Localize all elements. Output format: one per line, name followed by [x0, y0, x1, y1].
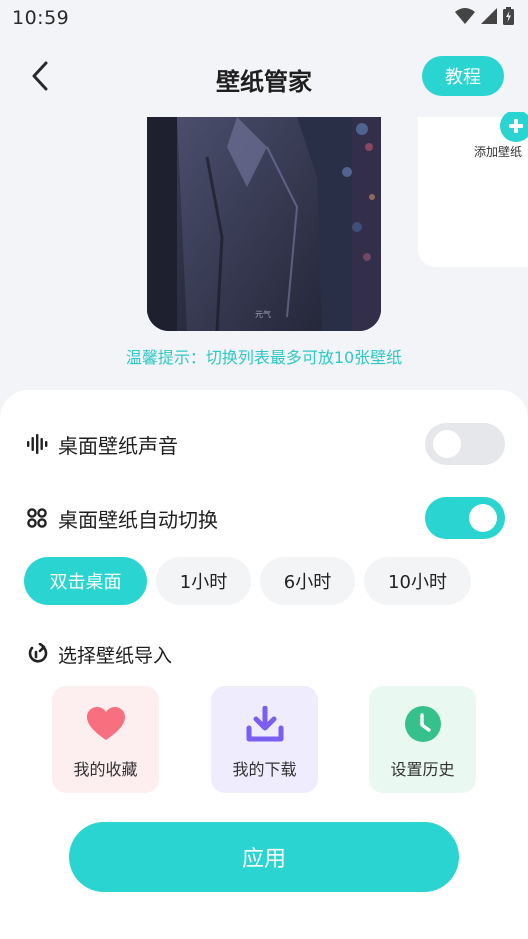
top-bar: 壁纸管家 教程	[0, 50, 528, 106]
battery-icon	[503, 7, 514, 29]
heart-icon	[86, 704, 126, 744]
interval-chip-double-tap[interactable]: 双击桌面	[24, 557, 147, 605]
soundwave-icon	[26, 433, 48, 455]
wifi-icon	[455, 8, 475, 28]
clock-icon	[403, 704, 443, 744]
set-history-label: 设置历史	[390, 760, 455, 779]
wallpaper-manager-screen: 10:59 壁纸管家 教程 元气 添加壁纸 温馨提示：切换列表最多可放10张壁纸…	[0, 0, 528, 939]
my-downloads-label: 我的下载	[232, 760, 297, 779]
set-history-button[interactable]: 设置历史	[369, 686, 476, 793]
add-wallpaper-button[interactable]: 添加壁纸	[418, 110, 528, 267]
my-favorites-label: 我的收藏	[73, 760, 138, 779]
interval-chip-1h[interactable]: 1小时	[156, 557, 251, 605]
my-favorites-button[interactable]: 我的收藏	[52, 686, 159, 793]
apply-button[interactable]: 应用	[69, 822, 459, 892]
signal-icon	[481, 8, 497, 28]
interval-chip-10h[interactable]: 10小时	[364, 557, 471, 605]
auto-switch-label: 桌面壁纸自动切换	[58, 507, 218, 532]
wallpaper-preview[interactable]: 元气	[147, 117, 381, 331]
status-bar: 10:59	[0, 0, 528, 36]
four-dots-icon	[26, 507, 48, 529]
tutorial-button[interactable]: 教程	[422, 56, 504, 96]
tip-text: 温馨提示：切换列表最多可放10张壁纸	[125, 348, 403, 367]
auto-switch-toggle[interactable]	[425, 497, 505, 539]
interval-chip-6h[interactable]: 6小时	[260, 557, 355, 605]
status-time: 10:59	[12, 7, 70, 29]
add-wallpaper-label: 添加壁纸	[474, 145, 523, 159]
wallpaper-image: 元气	[147, 117, 381, 331]
sound-setting-row: 桌面壁纸声音	[26, 424, 178, 464]
download-icon	[245, 704, 285, 744]
refresh-icon	[26, 643, 48, 665]
plus-circle-icon	[500, 110, 528, 142]
toggle-knob	[433, 430, 461, 458]
wallpaper-watermark: 元气	[255, 309, 271, 319]
import-section-label: 选择壁纸导入	[58, 644, 173, 667]
auto-switch-setting-row: 桌面壁纸自动切换	[26, 498, 218, 538]
sound-toggle[interactable]	[425, 423, 505, 465]
sound-setting-label: 桌面壁纸声音	[58, 433, 178, 458]
toggle-knob	[469, 504, 497, 532]
status-icons	[455, 7, 514, 29]
import-section-title: 选择壁纸导入	[26, 634, 172, 674]
my-downloads-button[interactable]: 我的下载	[211, 686, 318, 793]
